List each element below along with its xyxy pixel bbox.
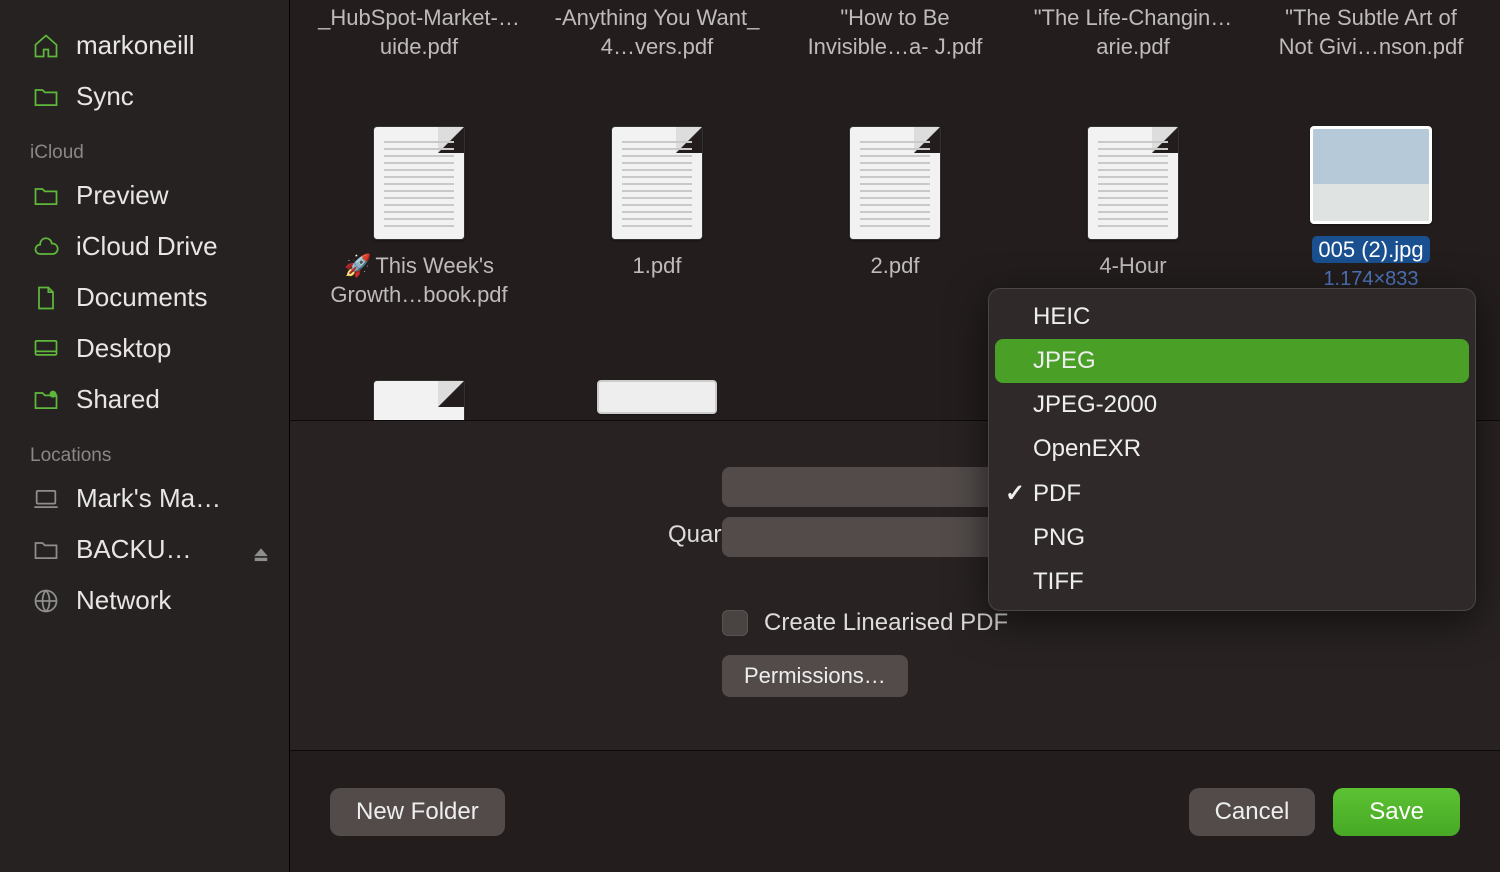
- pdf-thumbnail: [611, 126, 703, 240]
- file-item[interactable]: 1.pdf: [538, 122, 776, 352]
- sidebar-item-shared[interactable]: Shared: [0, 374, 289, 425]
- linearised-label: Create Linearised PDF: [764, 609, 1008, 637]
- house-icon: [32, 32, 60, 60]
- file-item[interactable]: "The Subtle Art of Not Givi…nson.pdf: [1252, 0, 1490, 90]
- sidebar-section-icloud: iCloud: [0, 122, 289, 170]
- dropdown-option-label: PNG: [1033, 524, 1085, 552]
- sidebar-item-home[interactable]: markoneill: [0, 20, 289, 71]
- sidebar-item-label: Desktop: [76, 333, 271, 364]
- dropdown-option-heic[interactable]: HEIC: [995, 295, 1469, 339]
- dropdown-option-jpeg[interactable]: JPEG: [995, 339, 1469, 383]
- file-item[interactable]: "The Life-Changin…arie.pdf: [1014, 0, 1252, 90]
- sidebar-item-network[interactable]: Network: [0, 575, 289, 626]
- pdf-thumbnail: [373, 126, 465, 240]
- dropdown-option-openexr[interactable]: OpenEXR: [995, 427, 1469, 471]
- dropdown-option-jpeg2000[interactable]: JPEG-2000: [995, 383, 1469, 427]
- file-name: "The Life-Changin…arie.pdf: [1028, 4, 1238, 61]
- file-item[interactable]: "How to Be Invisible…a- J.pdf: [776, 0, 1014, 90]
- linearised-row: Create Linearised PDF: [722, 609, 1008, 637]
- pdf-thumbnail: [849, 126, 941, 240]
- file-item[interactable]: [538, 376, 776, 424]
- cancel-button[interactable]: Cancel: [1189, 788, 1316, 836]
- sidebar-item-backup[interactable]: BACKU…: [0, 524, 289, 575]
- dropdown-option-label: JPEG-2000: [1033, 391, 1157, 419]
- file-row-1: _HubSpot-Market-…uide.pdf -Anything You …: [290, 0, 1500, 90]
- main-area: _HubSpot-Market-…uide.pdf -Anything You …: [290, 0, 1500, 872]
- file-item[interactable]: 🚀This Week's Growth…book.pdf: [300, 122, 538, 352]
- file-name: -Anything You Want_ 4…vers.pdf: [552, 4, 762, 61]
- dropdown-option-png[interactable]: PNG: [995, 516, 1469, 560]
- folder-icon: [32, 83, 60, 111]
- sidebar-item-label: Shared: [76, 384, 271, 415]
- dropdown-option-tiff[interactable]: TIFF: [995, 560, 1469, 604]
- laptop-icon: [32, 485, 60, 513]
- sidebar-item-label: Preview: [76, 180, 271, 211]
- pdf-thumbnail: [373, 380, 465, 424]
- sidebar-item-label: BACKU…: [76, 534, 231, 565]
- sidebar-item-label: markoneill: [76, 30, 271, 61]
- file-item[interactable]: 2.pdf: [776, 122, 1014, 352]
- file-name: 2.pdf: [871, 252, 920, 281]
- dropdown-option-label: PDF: [1033, 480, 1081, 508]
- dropdown-option-pdf[interactable]: ✓PDF: [995, 471, 1469, 516]
- sidebar-item-label: Sync: [76, 81, 271, 112]
- dropdown-option-label: HEIC: [1033, 303, 1090, 331]
- image-thumbnail: [1310, 126, 1432, 224]
- save-button[interactable]: Save: [1333, 788, 1460, 836]
- file-name: "The Subtle Art of Not Givi…nson.pdf: [1266, 4, 1476, 61]
- image-thumbnail: [597, 380, 717, 414]
- cloud-icon: [32, 233, 60, 261]
- dropdown-option-label: JPEG: [1033, 347, 1096, 375]
- globe-icon: [32, 587, 60, 615]
- rocket-icon: 🚀: [344, 253, 371, 278]
- file-name: 4-Hour: [1099, 252, 1166, 281]
- dialog-footer: New Folder Cancel Save: [290, 750, 1500, 872]
- linearised-checkbox[interactable]: [722, 610, 748, 636]
- sidebar-section-locations: Locations: [0, 425, 289, 473]
- sidebar-item-icloud-drive[interactable]: iCloud Drive: [0, 221, 289, 272]
- dropdown-option-label: OpenEXR: [1033, 435, 1141, 463]
- new-folder-button[interactable]: New Folder: [330, 788, 505, 836]
- sidebar-item-label: Documents: [76, 282, 271, 313]
- sidebar-item-preview[interactable]: Preview: [0, 170, 289, 221]
- checkmark-icon: ✓: [1003, 479, 1027, 508]
- file-item[interactable]: [300, 376, 538, 424]
- sidebar-item-sync[interactable]: Sync: [0, 71, 289, 122]
- sidebar: markoneill Sync iCloud Preview iCloud Dr…: [0, 0, 290, 872]
- file-item[interactable]: -Anything You Want_ 4…vers.pdf: [538, 0, 776, 90]
- file-item[interactable]: [776, 376, 1014, 424]
- file-name: _HubSpot-Market-…uide.pdf: [314, 4, 524, 61]
- dropdown-option-label: TIFF: [1033, 568, 1084, 596]
- file-item[interactable]: _HubSpot-Market-…uide.pdf: [300, 0, 538, 90]
- doc-icon: [32, 284, 60, 312]
- sidebar-item-label: Mark's Ma…: [76, 483, 271, 514]
- pdf-thumbnail: [1087, 126, 1179, 240]
- sidebar-item-documents[interactable]: Documents: [0, 272, 289, 323]
- desktop-icon: [32, 335, 60, 363]
- shared-folder-icon: [32, 386, 60, 414]
- sidebar-item-desktop[interactable]: Desktop: [0, 323, 289, 374]
- sidebar-item-mac[interactable]: Mark's Ma…: [0, 473, 289, 524]
- file-name: 005 (2).jpg: [1312, 236, 1429, 265]
- permissions-button[interactable]: Permissions…: [722, 655, 908, 697]
- permissions-row: Permissions…: [722, 655, 908, 697]
- format-dropdown: HEIC JPEG JPEG-2000 OpenEXR ✓PDF PNG TIF…: [988, 288, 1476, 611]
- file-name: 🚀This Week's Growth…book.pdf: [314, 252, 524, 309]
- file-name: "How to Be Invisible…a- J.pdf: [790, 4, 1000, 61]
- eject-icon[interactable]: [251, 540, 271, 560]
- folder-icon: [32, 182, 60, 210]
- file-name: 1.pdf: [633, 252, 682, 281]
- sidebar-item-label: Network: [76, 585, 271, 616]
- folder-icon: [32, 536, 60, 564]
- sidebar-item-label: iCloud Drive: [76, 231, 271, 262]
